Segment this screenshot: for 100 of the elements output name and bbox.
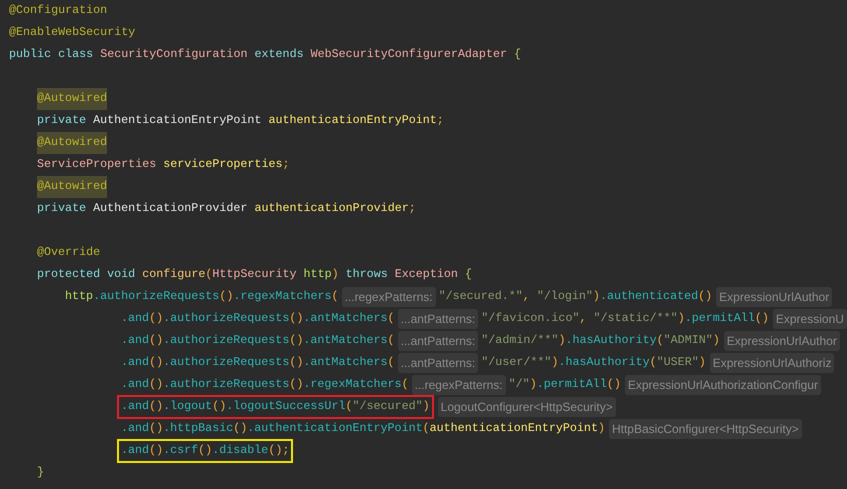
method-call: .authorizeRequests [163,376,290,394]
punctuation: ( [332,288,339,306]
string-literal: "USER" [656,354,699,372]
punctuation: ) [530,376,537,394]
punctuation: ( [205,266,212,284]
method-call: .and [121,354,150,372]
type-name: Exception [394,266,459,284]
string-literal: "/secured" [352,398,423,416]
string-literal: "/admin/**" [481,332,558,350]
parameter-hint: ...antPatterns: [398,353,478,373]
punctuation: () [198,442,212,460]
type-name: WebSecurityConfigurerAdapter [310,46,508,64]
type-hint: ExpressionU [772,309,847,329]
punctuation: ( [388,310,395,328]
punctuation: , [522,288,531,306]
method-call: .antMatchers [303,310,388,328]
method-call: .logoutSuccessUrl [226,398,346,416]
method-call: .regexMatchers [303,376,402,394]
punctuation: () [149,310,164,328]
annotation: @Autowired [37,132,108,154]
punctuation: (); [268,442,290,460]
brace: } [37,464,44,482]
method-call: .and [121,376,150,394]
brace: { [464,266,472,284]
punctuation: () [149,376,164,394]
type-hint: ExpressionUrlAuthor [716,287,832,307]
method-call: .csrf [163,442,198,460]
punctuation: ) [698,354,706,372]
annotation: @Override [37,244,100,262]
variable-name: http [65,288,94,306]
punctuation: ) [598,420,605,438]
method-call: .and [121,420,150,438]
punctuation: ) [551,354,558,372]
type-hint: ExpressionUrlAuthorizationConfigur [624,375,821,395]
method-call: .authorizeRequests [163,354,290,372]
string-literal: "/secured.*" [438,288,523,306]
type-hint: ExpressionUrlAuthoriz [710,353,834,373]
method-call: .disable [212,442,268,460]
string-literal: "/" [508,376,530,394]
punctuation: ( [388,354,395,372]
method-call: .and [121,398,150,416]
punctuation: ) [422,398,430,416]
method-call: .httpBasic [163,420,234,438]
type-hint: ExpressionUrlAuthor [724,331,840,351]
string-literal: "/favicon.ico" [481,310,580,328]
punctuation: () [754,310,769,328]
punctuation: ; [436,112,444,130]
keyword: private [37,200,88,218]
type-name: ServiceProperties [37,156,158,174]
punctuation: ; [282,156,290,174]
punctuation: () [289,376,304,394]
method-call: .and [121,332,150,350]
punctuation: ( [402,376,409,394]
punctuation: () [149,420,164,438]
keyword: public class [9,46,94,64]
method-call: .permitAll [684,310,755,328]
method-call: .and [121,442,150,460]
string-literal: "ADMIN" [664,332,713,350]
keyword: protected void [37,266,136,284]
field-name: authenticationEntryPoint [430,420,598,438]
type-name: AuthenticationEntryPoint [93,112,262,130]
variable-name: http [304,266,332,284]
keyword: private [37,112,88,130]
method-call: .authenticated [600,288,698,306]
parameter-hint: ...antPatterns: [398,331,478,351]
brace: { [514,46,522,64]
annotation: @Autowired [37,88,108,110]
type-hint: HttpBasicConfigurer<HttpSecurity> [608,419,802,439]
method-call: .hasAuthority [558,354,650,372]
type-name: AuthenticationProvider [93,200,248,218]
parameter-hint: ...antPatterns: [398,309,478,329]
method-call: .authenticationEntryPoint [247,420,423,438]
punctuation: ) [332,266,340,284]
punctuation: () [149,442,164,460]
punctuation: () [698,288,712,306]
string-literal: "/user/**" [481,354,552,372]
punctuation: () [149,354,164,372]
punctuation: () [289,332,304,350]
punctuation: ( [388,332,395,350]
method-call: .permitAll [536,376,607,394]
punctuation: ( [422,420,430,438]
field-name: authenticationEntryPoint [268,112,437,130]
annotation: @EnableWebSecurity [9,24,136,42]
method-call: .authorizeRequests [93,288,220,306]
punctuation: () [233,420,248,438]
punctuation: ( [650,354,657,372]
punctuation: ) [678,310,685,328]
string-literal: "/login" [536,288,593,306]
method-call: .and [121,310,150,328]
punctuation: () [606,376,621,394]
punctuation: () [149,332,164,350]
keyword: throws [346,266,389,284]
punctuation: ) [712,332,720,350]
method-name: configure [142,266,206,284]
parameter-hint: ...regexPatterns: [412,375,506,395]
type-name: SecurityConfiguration [100,46,248,64]
type-hint: LogoutConfigurer<HttpSecurity> [438,397,616,417]
punctuation: ( [656,332,664,350]
method-call: .authorizeRequests [163,310,290,328]
method-call: .hasAuthority [565,332,657,350]
